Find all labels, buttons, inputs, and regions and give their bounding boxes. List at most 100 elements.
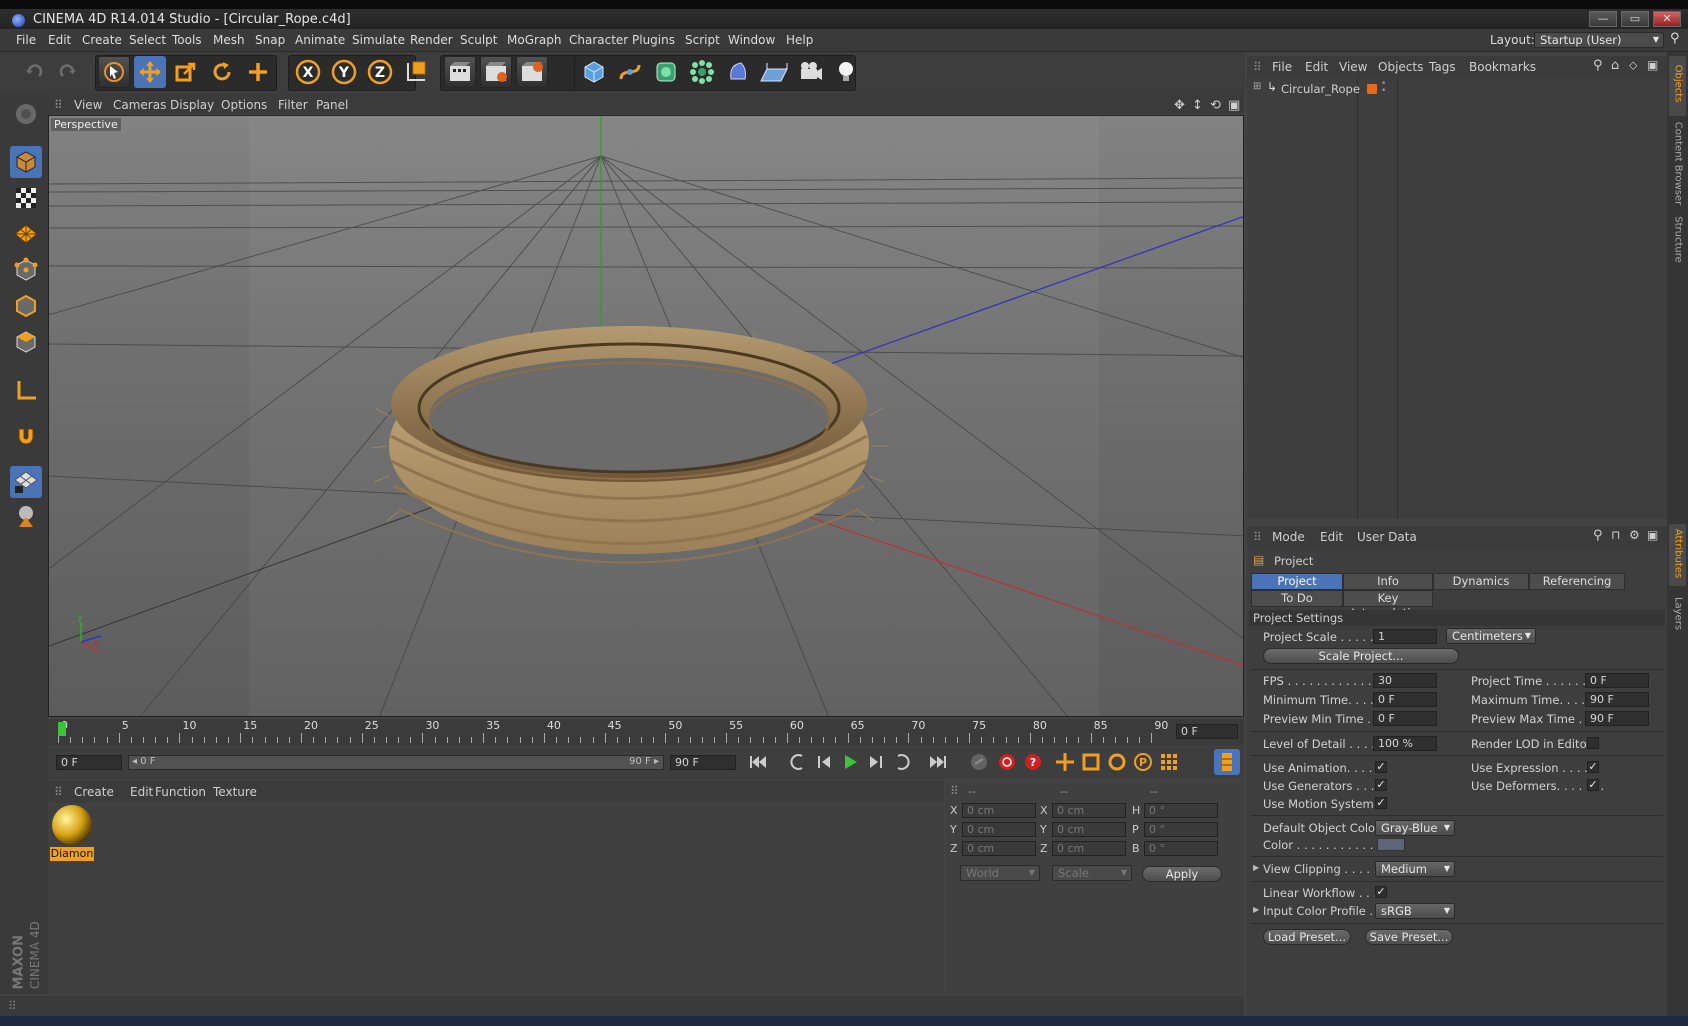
tab-dynamics[interactable]: Dynamics (1433, 573, 1529, 590)
key-parameter-icon[interactable]: P (1130, 749, 1156, 775)
menu-plugins[interactable]: Plugins (632, 33, 675, 47)
scale-project-button[interactable]: Scale Project... (1263, 648, 1459, 664)
menu-create[interactable]: Create (82, 33, 122, 47)
coord-value-field[interactable]: 0 cm (1052, 822, 1126, 837)
coord-value-field[interactable]: 0 cm (962, 803, 1036, 818)
preview-min-field[interactable]: 0 F (1373, 711, 1437, 726)
y-axis-lock-icon[interactable]: Y (328, 56, 360, 88)
view-clipping-dropdown[interactable]: Medium (1375, 861, 1455, 877)
z-axis-lock-icon[interactable]: Z (364, 56, 396, 88)
viewport-menu-cameras[interactable]: Cameras (113, 98, 166, 112)
coord-value-field[interactable]: 0 cm (962, 822, 1036, 837)
scale-tool-icon[interactable] (170, 56, 202, 88)
viewport-move-icon[interactable]: ✥ (1174, 98, 1185, 113)
menu-help[interactable]: Help (786, 33, 813, 47)
viewport-menu-options[interactable]: Options (221, 98, 267, 112)
deformer-object-icon[interactable] (722, 56, 754, 88)
use-deformers-checkbox[interactable]: ✓ (1587, 779, 1599, 791)
search-icon[interactable]: ⚲ (1593, 58, 1603, 73)
side-tab-objects[interactable]: Objects (1669, 56, 1686, 116)
viewport-rotate-icon[interactable]: ⟲ (1210, 98, 1221, 113)
object-row[interactable]: ⊞ ↳ Circular_Rope • • (1249, 80, 1649, 98)
model-mode-icon[interactable] (10, 146, 42, 178)
back-icon[interactable]: ⬦ (1629, 58, 1637, 73)
go-to-end-icon[interactable] (924, 749, 952, 775)
playhead-marker[interactable] (58, 722, 66, 736)
edges-mode-icon[interactable] (10, 290, 42, 322)
key-scale-icon[interactable] (1078, 749, 1104, 775)
side-tab-structure[interactable]: Structure (1669, 212, 1686, 268)
start-frame-field[interactable]: 0 F (56, 755, 122, 770)
side-tab-content-browser[interactable]: Content Browser (1669, 122, 1686, 208)
rotate-tool-icon[interactable] (206, 56, 238, 88)
make-editable-icon[interactable] (10, 98, 42, 130)
next-key-icon[interactable] (890, 749, 914, 775)
menu-window[interactable]: Window (728, 33, 775, 47)
x-axis-lock-icon[interactable]: X (292, 56, 324, 88)
layer-color-icon[interactable] (1367, 84, 1377, 94)
autokey-icon[interactable]: ? (1020, 749, 1046, 775)
menu-simulate[interactable]: Simulate (352, 33, 405, 47)
prev-frame-icon[interactable] (812, 749, 836, 775)
range-slider[interactable]: ◂ 0 F 90 F ▸ (128, 755, 664, 770)
menu-script[interactable]: Script (685, 33, 720, 47)
fps-field[interactable]: 30 (1373, 673, 1437, 688)
coord-mode-dropdown[interactable]: Scale (1052, 865, 1132, 881)
menu-animate[interactable]: Animate (295, 33, 345, 47)
viewport-menu-panel[interactable]: Panel (316, 98, 348, 112)
lock-icon[interactable]: ⊓ (1611, 528, 1620, 542)
light-object-icon[interactable] (830, 56, 862, 88)
create-tool-icon[interactable] (242, 56, 274, 88)
project-time-field[interactable]: 0 F (1585, 673, 1649, 688)
objects-menu-file[interactable]: File (1272, 60, 1292, 74)
menu-mesh[interactable]: Mesh (213, 33, 245, 47)
menu-tools[interactable]: Tools (172, 33, 202, 47)
material-menu-function[interactable]: Function (155, 785, 206, 799)
move-tool-icon[interactable] (134, 56, 166, 88)
menu-select[interactable]: Select (129, 33, 166, 47)
material-menu-texture[interactable]: Texture (213, 785, 257, 799)
coord-value-field[interactable]: 0 ° (1144, 803, 1218, 818)
viewport-menu-display[interactable]: Display (170, 98, 214, 112)
nurbs-object-icon[interactable] (650, 56, 682, 88)
menu-character[interactable]: Character (569, 33, 628, 47)
timeline-ruler[interactable]: 051015202530354045505560657075808590 0 F (48, 719, 1244, 746)
texture-mode-icon[interactable] (10, 182, 42, 214)
3d-viewport[interactable]: Perspective y x (48, 115, 1244, 717)
objects-menu-view[interactable]: View (1339, 60, 1367, 74)
key-pla-icon[interactable] (1156, 749, 1182, 775)
max-time-field[interactable]: 90 F (1585, 692, 1649, 707)
menu-sculpt[interactable]: Sculpt (460, 33, 497, 47)
default-object-color-dropdown[interactable]: Gray-Blue (1375, 820, 1455, 836)
layout-dropdown[interactable]: Startup (User) (1534, 32, 1664, 48)
units-dropdown[interactable]: Centimeters (1446, 628, 1536, 644)
use-expression-checkbox[interactable]: ✓ (1587, 761, 1599, 773)
spline-object-icon[interactable] (614, 56, 646, 88)
objects-menu-bookmarks[interactable]: Bookmarks (1469, 60, 1536, 74)
array-object-icon[interactable] (686, 56, 718, 88)
coord-value-field[interactable]: 0 ° (1144, 822, 1218, 837)
search-icon[interactable]: ⚲ (1670, 31, 1680, 46)
workplane-mode-icon[interactable] (10, 218, 42, 250)
timeline-layout-icon[interactable] (1214, 749, 1240, 775)
attr-menu-user-data[interactable]: User Data (1357, 530, 1417, 544)
input-color-profile-dropdown[interactable]: sRGB (1375, 903, 1455, 919)
apply-button[interactable]: Apply (1142, 866, 1222, 882)
objects-menu-tags[interactable]: Tags (1429, 60, 1456, 74)
material-swatch[interactable]: Diamon (50, 805, 94, 861)
menu-snap[interactable]: Snap (255, 33, 285, 47)
viewport-menu-view[interactable]: View (74, 98, 102, 112)
objects-menu-objects[interactable]: Objects (1378, 60, 1423, 74)
redo-icon[interactable] (52, 56, 84, 88)
render-lod-checkbox[interactable] (1587, 737, 1599, 749)
expand-arrow-icon[interactable]: ▶ (1253, 905, 1259, 914)
tab-to-do[interactable]: To Do (1251, 590, 1343, 607)
coord-value-field[interactable]: 0 ° (1144, 841, 1218, 856)
min-time-field[interactable]: 0 F (1373, 692, 1437, 707)
lod-field[interactable]: 100 % (1373, 736, 1437, 751)
key-position-icon[interactable] (1052, 749, 1078, 775)
coord-space-dropdown[interactable]: World (960, 865, 1040, 881)
color-swatch[interactable] (1377, 838, 1405, 851)
load-preset-button[interactable]: Load Preset... (1263, 929, 1351, 945)
points-mode-icon[interactable] (10, 254, 42, 286)
